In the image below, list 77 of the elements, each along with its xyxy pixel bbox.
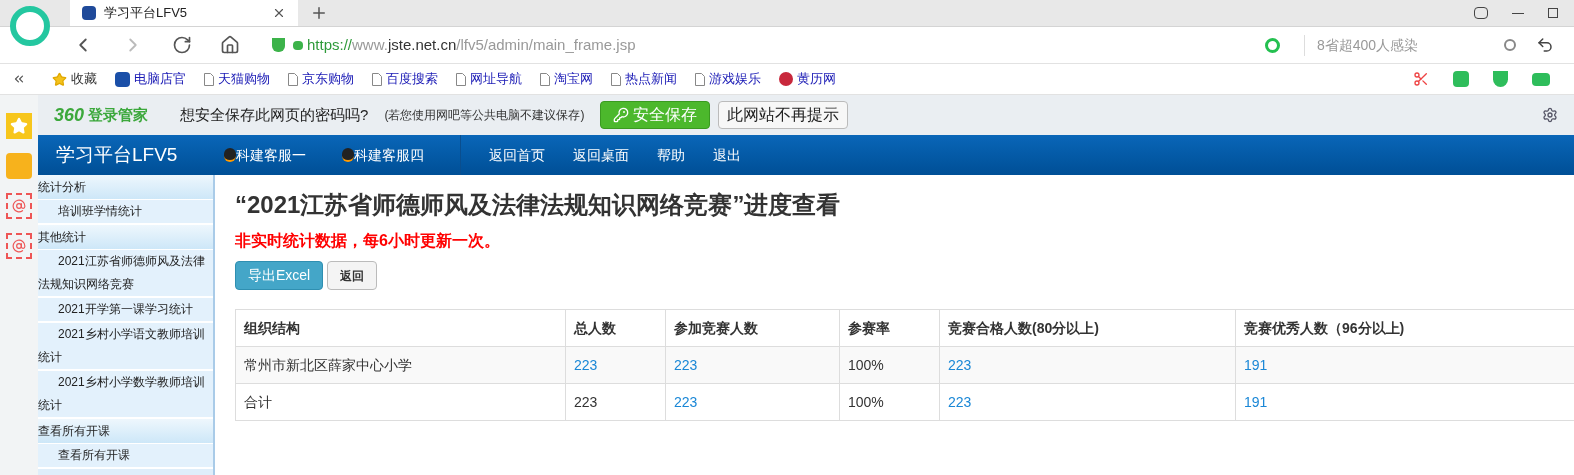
table-link[interactable]: 223 [674, 356, 698, 373]
table-link[interactable]: 223 [948, 393, 972, 410]
bookmark-link[interactable]: 热点新闻 [625, 69, 677, 89]
table-cell: 100% [848, 356, 884, 373]
undo-icon[interactable] [1536, 36, 1554, 54]
column-header: 参加竞赛人数 [665, 309, 840, 347]
prompt-text: 想安全保存此网页的密码吗? [180, 104, 369, 125]
sidebar-section[interactable]: 其他统计 [38, 225, 213, 250]
restore-icon[interactable] [1548, 8, 1558, 18]
table-link[interactable]: 191 [1244, 356, 1268, 373]
table-cell: 223 [574, 393, 598, 410]
back-button[interactable]: 返回 [327, 261, 378, 290]
bookmark-link[interactable]: 网址导航 [470, 69, 522, 89]
scissors-icon[interactable] [1413, 71, 1429, 87]
sidebar-item[interactable]: 2021乡村小学语文教师培训统计 [38, 323, 213, 371]
url-field[interactable]: https://www.jste.net.cn/lfv5/admin/main_frame.jsp [307, 33, 636, 57]
table-cell: 常州市新北区薛家中心小学 [244, 356, 412, 373]
table-cell: 100% [848, 393, 884, 410]
column-header: 竞赛优秀人数（96分以上) [1235, 309, 1574, 347]
page-icon [540, 72, 550, 86]
notice-text: 非实时统计数据，每6小时更新一次。 [235, 231, 501, 251]
bookmark-link[interactable]: 京东购物 [302, 69, 354, 89]
collapse-icon[interactable] [12, 72, 26, 86]
browser-tab[interactable]: 学习平台LFV5 [70, 0, 298, 26]
never-button[interactable]: 此网站不再提示 [718, 101, 849, 129]
bookmark-link[interactable]: 黄历网 [797, 69, 836, 89]
note-text: (若您使用网吧等公共电脑不建议保存) [384, 107, 585, 124]
page-icon [456, 72, 466, 86]
page-icon [204, 72, 214, 86]
service-link[interactable]: 科建客服四 [354, 144, 424, 166]
nav-link[interactable]: 返回首页 [489, 144, 545, 166]
home-icon[interactable] [220, 35, 240, 55]
settings-icon[interactable] [1542, 107, 1558, 123]
search-field[interactable]: 8省超400人感染 [1304, 34, 1504, 56]
sidebar-section[interactable]: 查看所有开课 [38, 419, 213, 444]
page-icon [372, 72, 382, 86]
page-icon [695, 72, 705, 86]
bookmark-link[interactable]: 收藏 [71, 69, 97, 89]
column-header: 参赛率 [839, 309, 940, 347]
table-link[interactable]: 191 [1244, 393, 1268, 410]
table-link[interactable]: 223 [948, 356, 972, 373]
bookmark-link[interactable]: 百度搜索 [386, 69, 438, 89]
table-link[interactable]: 223 [574, 356, 598, 373]
nav-link[interactable]: 帮助 [657, 144, 685, 166]
new-tab-icon[interactable] [310, 4, 328, 22]
sidebar-section[interactable]: 统计分析 [38, 175, 213, 200]
brand-label: 登录管家 [88, 104, 149, 125]
brand-logo: 360 [54, 103, 85, 127]
key-icon [613, 107, 630, 123]
bookmark-link[interactable]: 游戏娱乐 [709, 69, 761, 89]
at-sign-icon[interactable] [6, 233, 32, 259]
page-title: “2021江苏省师德师风及法律法规知识网络竞赛”进度查看 [235, 190, 842, 220]
bookmark-link[interactable]: 电脑店官 [134, 69, 186, 89]
site-title: 学习平台LFV5 [56, 142, 179, 167]
star-icon [52, 71, 67, 87]
sidebar-item[interactable]: 2021开学第一课学习统计 [38, 298, 213, 323]
nav-link[interactable]: 返回桌面 [573, 144, 629, 166]
bookmark-link[interactable]: 天猫购物 [218, 69, 270, 89]
sidebar-item[interactable]: 2021乡村小学数学教师培训统计 [38, 371, 213, 419]
table-link[interactable]: 223 [674, 393, 698, 410]
page-icon [288, 72, 298, 86]
nav-link[interactable]: 退出 [713, 144, 741, 166]
minimize-icon[interactable] [1512, 12, 1524, 14]
sidebar-item[interactable]: 2021江苏省师德师风及法律法规知识网络竞赛 [38, 250, 213, 298]
sidebar-item[interactable]: 培训班学情统计 [38, 200, 213, 225]
service-link[interactable]: 科建客服一 [236, 144, 306, 166]
column-header: 竞赛合格人数(80分以上) [939, 309, 1236, 347]
sidebar-item[interactable]: 查看所有开课 [38, 444, 213, 469]
at-sign-icon[interactable] [6, 193, 32, 219]
bookmark-link[interactable]: 淘宝网 [554, 69, 593, 89]
reload-icon[interactable] [172, 35, 192, 55]
table-cell: 合计 [244, 393, 272, 410]
shield-icon[interactable] [1493, 71, 1508, 87]
shield-icon [272, 38, 285, 52]
column-header: 组织结构 [235, 309, 566, 347]
page-icon [611, 72, 621, 86]
column-header: 总人数 [565, 309, 666, 347]
